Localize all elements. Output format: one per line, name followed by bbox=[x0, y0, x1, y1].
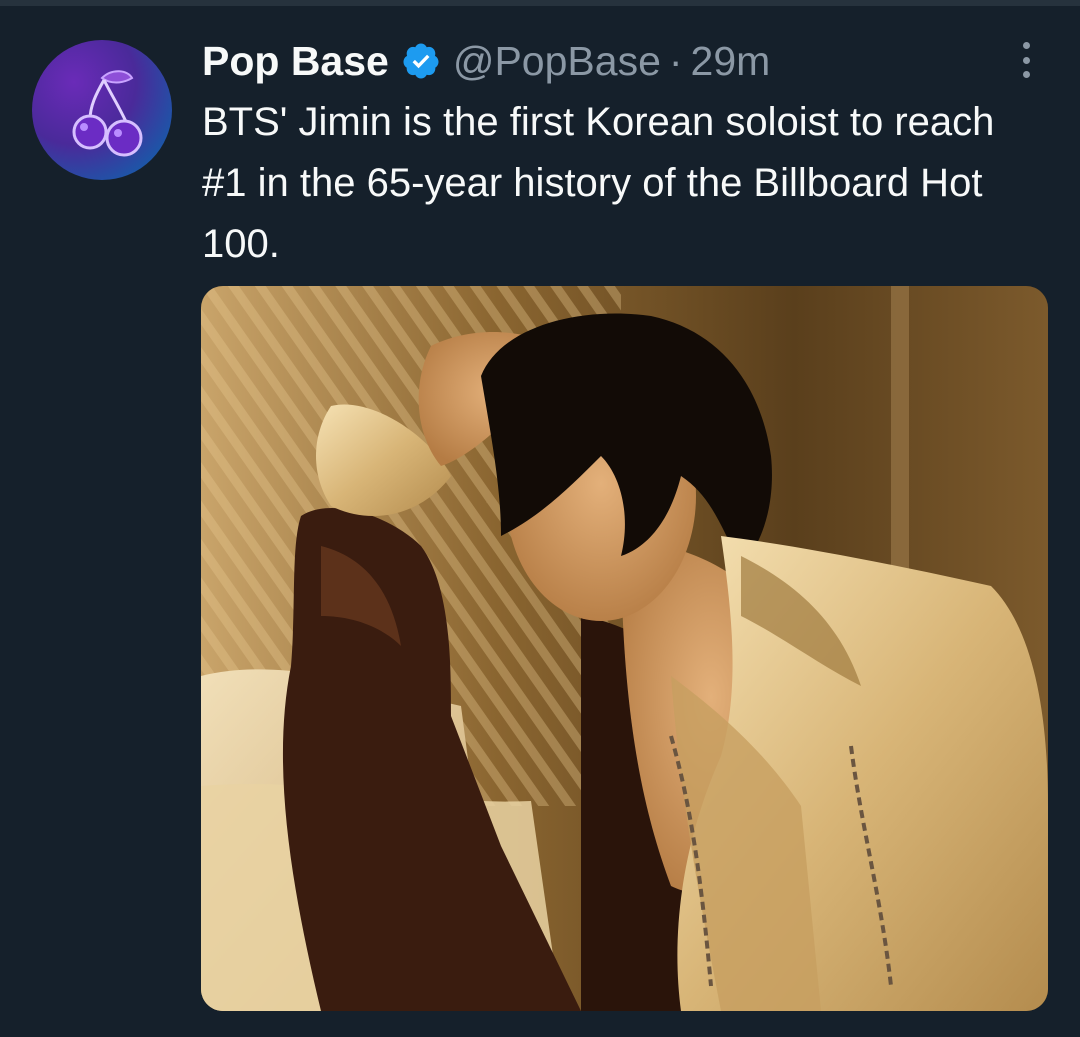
more-options-icon[interactable] bbox=[1006, 38, 1046, 82]
cherries-logo-icon bbox=[72, 70, 143, 157]
more-dot bbox=[1022, 56, 1030, 64]
display-name[interactable]: Pop Base bbox=[202, 38, 389, 85]
tweet-text: BTS' Jimin is the first Korean soloist t… bbox=[202, 100, 995, 266]
tweet-header: Pop Base @PopBase · 29m bbox=[202, 36, 770, 86]
separator-dot: · bbox=[668, 37, 683, 84]
timestamp[interactable]: 29m bbox=[691, 38, 771, 85]
user-handle[interactable]: @PopBase bbox=[453, 38, 661, 85]
more-dot bbox=[1022, 71, 1030, 78]
avatar[interactable] bbox=[32, 40, 172, 180]
verified-badge-icon bbox=[401, 41, 441, 81]
more-dot bbox=[1022, 42, 1030, 49]
portrait-photo bbox=[201, 286, 1048, 1011]
tweet-photo[interactable] bbox=[201, 286, 1048, 1011]
top-divider bbox=[0, 0, 1080, 6]
